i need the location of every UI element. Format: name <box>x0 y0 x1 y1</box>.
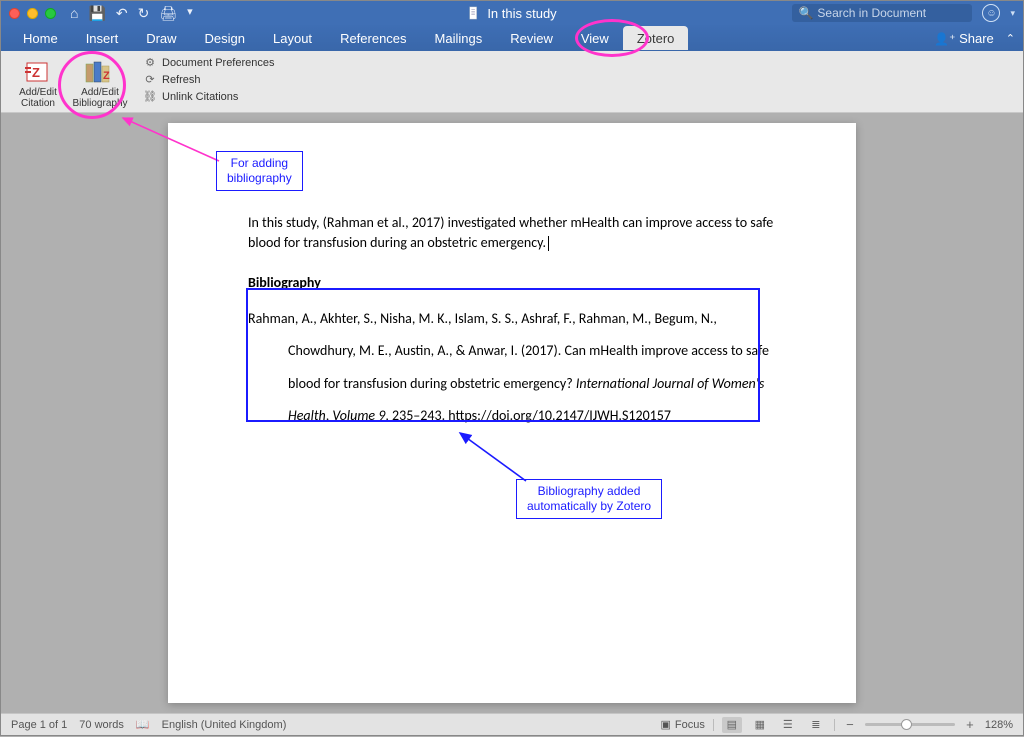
document-workspace[interactable]: In this study, (Rahman et al., 2017) inv… <box>1 113 1023 713</box>
minimize-window[interactable] <box>27 8 38 19</box>
tab-draw[interactable]: Draw <box>132 26 190 50</box>
page-indicator[interactable]: Page 1 of 1 <box>11 719 67 731</box>
search-icon: 🔍 <box>798 6 813 20</box>
tab-home[interactable]: Home <box>9 26 72 50</box>
collapse-ribbon-icon[interactable]: ⌃ <box>1006 32 1015 45</box>
unlink-citations-button[interactable]: ⛓ Unlink Citations <box>139 89 279 104</box>
focus-mode-button[interactable]: ▣ Focus <box>660 718 704 731</box>
status-bar: Page 1 of 1 70 words 📖 English (United K… <box>1 713 1023 735</box>
print-layout-view-icon[interactable]: ▤ <box>722 717 742 733</box>
zoom-slider[interactable] <box>865 723 955 726</box>
svg-text:Z: Z <box>32 65 40 80</box>
feedback-icon[interactable]: ☺ <box>982 4 1000 22</box>
document-preferences-button[interactable]: ⚙ Document Preferences <box>139 55 279 70</box>
draft-view-icon[interactable]: ≣ <box>806 717 826 733</box>
tab-review[interactable]: Review <box>496 26 567 50</box>
zoom-level[interactable]: 128% <box>985 719 1013 731</box>
ribbon: Z Add/Edit Citation Z Add/Edit Bibliogra… <box>1 51 1023 113</box>
quick-access-toolbar: ⌂ 💾 ↶ ↻ 🖨 ▾ <box>70 5 193 22</box>
document-icon <box>467 6 481 20</box>
titlebar: ⌂ 💾 ↶ ↻ 🖨 ▾ In this study 🔍 ☺ ▾ <box>1 1 1023 25</box>
refresh-button[interactable]: ⟳ Refresh <box>139 72 279 87</box>
add-edit-bibliography-button[interactable]: Z Add/Edit Bibliography <box>71 55 129 111</box>
citation-icon: Z <box>23 57 53 87</box>
document-page[interactable]: In this study, (Rahman et al., 2017) inv… <box>168 123 856 703</box>
bibliography-heading[interactable]: Bibliography <box>248 274 776 291</box>
add-edit-citation-button[interactable]: Z Add/Edit Citation <box>9 55 67 111</box>
close-window[interactable] <box>9 8 20 19</box>
dropdown-icon[interactable]: ▾ <box>1010 8 1015 19</box>
tab-design[interactable]: Design <box>191 26 259 50</box>
preferences-icon: ⚙ <box>143 56 157 69</box>
bibliography-entry[interactable]: Rahman, A., Akhter, S., Nisha, M. K., Is… <box>248 303 776 432</box>
svg-text:Z: Z <box>103 70 110 82</box>
search-in-document[interactable]: 🔍 <box>792 4 972 22</box>
web-layout-view-icon[interactable]: ▦ <box>750 717 770 733</box>
spellcheck-icon[interactable]: 📖 <box>136 718 150 731</box>
search-input[interactable] <box>817 6 967 20</box>
refresh-icon: ⟳ <box>143 73 157 86</box>
tab-layout[interactable]: Layout <box>259 26 326 50</box>
tab-zotero[interactable]: Zotero <box>623 26 689 50</box>
home-icon[interactable]: ⌂ <box>70 5 78 22</box>
share-button[interactable]: 👤⁺ Share <box>934 31 994 46</box>
share-icon: 👤⁺ <box>934 32 955 46</box>
print-icon[interactable]: 🖨 <box>159 5 177 22</box>
window-controls <box>9 8 56 19</box>
body-paragraph[interactable]: In this study, (Rahman et al., 2017) inv… <box>248 213 776 252</box>
unlink-icon: ⛓ <box>143 90 157 103</box>
tab-mailings[interactable]: Mailings <box>421 26 497 50</box>
maximize-window[interactable] <box>45 8 56 19</box>
language-indicator[interactable]: English (United Kingdom) <box>162 719 287 731</box>
word-count[interactable]: 70 words <box>79 719 124 731</box>
outline-view-icon[interactable]: ☰ <box>778 717 798 733</box>
annotation-label-1: For adding bibliography <box>216 151 303 191</box>
tab-references[interactable]: References <box>326 26 420 50</box>
text-cursor <box>548 236 549 251</box>
undo-icon[interactable]: ↶ <box>116 5 128 22</box>
redo-icon[interactable]: ↻ <box>138 5 150 22</box>
zoom-in-button[interactable]: + <box>963 717 977 732</box>
save-icon[interactable]: 💾 <box>88 5 105 22</box>
qat-more-icon[interactable]: ▾ <box>187 5 193 22</box>
annotation-label-2: Bibliography added automatically by Zote… <box>516 479 662 519</box>
tab-insert[interactable]: Insert <box>72 26 133 50</box>
ribbon-tabs: Home Insert Draw Design Layout Reference… <box>1 25 1023 51</box>
zoom-out-button[interactable]: − <box>843 717 857 732</box>
tab-view[interactable]: View <box>567 26 623 50</box>
focus-icon: ▣ <box>660 718 670 731</box>
bibliography-icon: Z <box>83 57 117 87</box>
zoom-slider-thumb[interactable] <box>901 719 912 730</box>
